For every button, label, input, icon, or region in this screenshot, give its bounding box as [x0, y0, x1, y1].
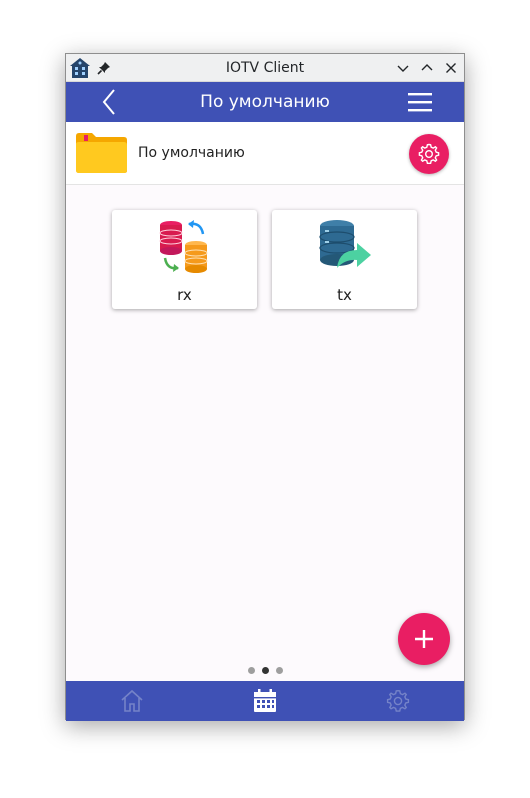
calendar-icon[interactable] [252, 688, 278, 714]
device-card-rx[interactable]: rx [112, 210, 257, 309]
database-export-icon [319, 220, 371, 268]
folder-icon [76, 133, 127, 173]
app-bar: По умолчанию [66, 82, 464, 122]
window-titlebar[interactable]: IOTV Client [66, 54, 464, 82]
device-label: rx [177, 286, 192, 304]
close-button[interactable] [443, 60, 459, 76]
device-label: tx [337, 286, 352, 304]
back-button[interactable] [100, 88, 120, 116]
plus-icon [415, 630, 433, 648]
bottom-navigation [66, 681, 464, 721]
page-dot[interactable] [248, 667, 255, 674]
device-card-tx[interactable]: tx [272, 210, 417, 309]
page-title: По умолчанию [200, 92, 330, 112]
add-device-button[interactable] [398, 613, 450, 665]
home-icon[interactable] [119, 688, 145, 714]
gear-icon[interactable] [385, 688, 411, 714]
page-dot[interactable] [276, 667, 283, 674]
database-sync-icon [159, 220, 208, 273]
folder-settings-button[interactable] [409, 134, 449, 174]
folder-name: По умолчанию [138, 145, 245, 161]
app-window: IOTV Client По умолчанию По умолчанию rx… [65, 53, 465, 721]
folder-header: По умолчанию [66, 122, 464, 185]
menu-button[interactable] [407, 91, 433, 113]
gear-icon [418, 143, 440, 164]
page-indicator [248, 667, 284, 675]
minimize-button[interactable] [395, 60, 411, 76]
page-dot-active[interactable] [262, 667, 269, 674]
maximize-button[interactable] [419, 60, 435, 76]
